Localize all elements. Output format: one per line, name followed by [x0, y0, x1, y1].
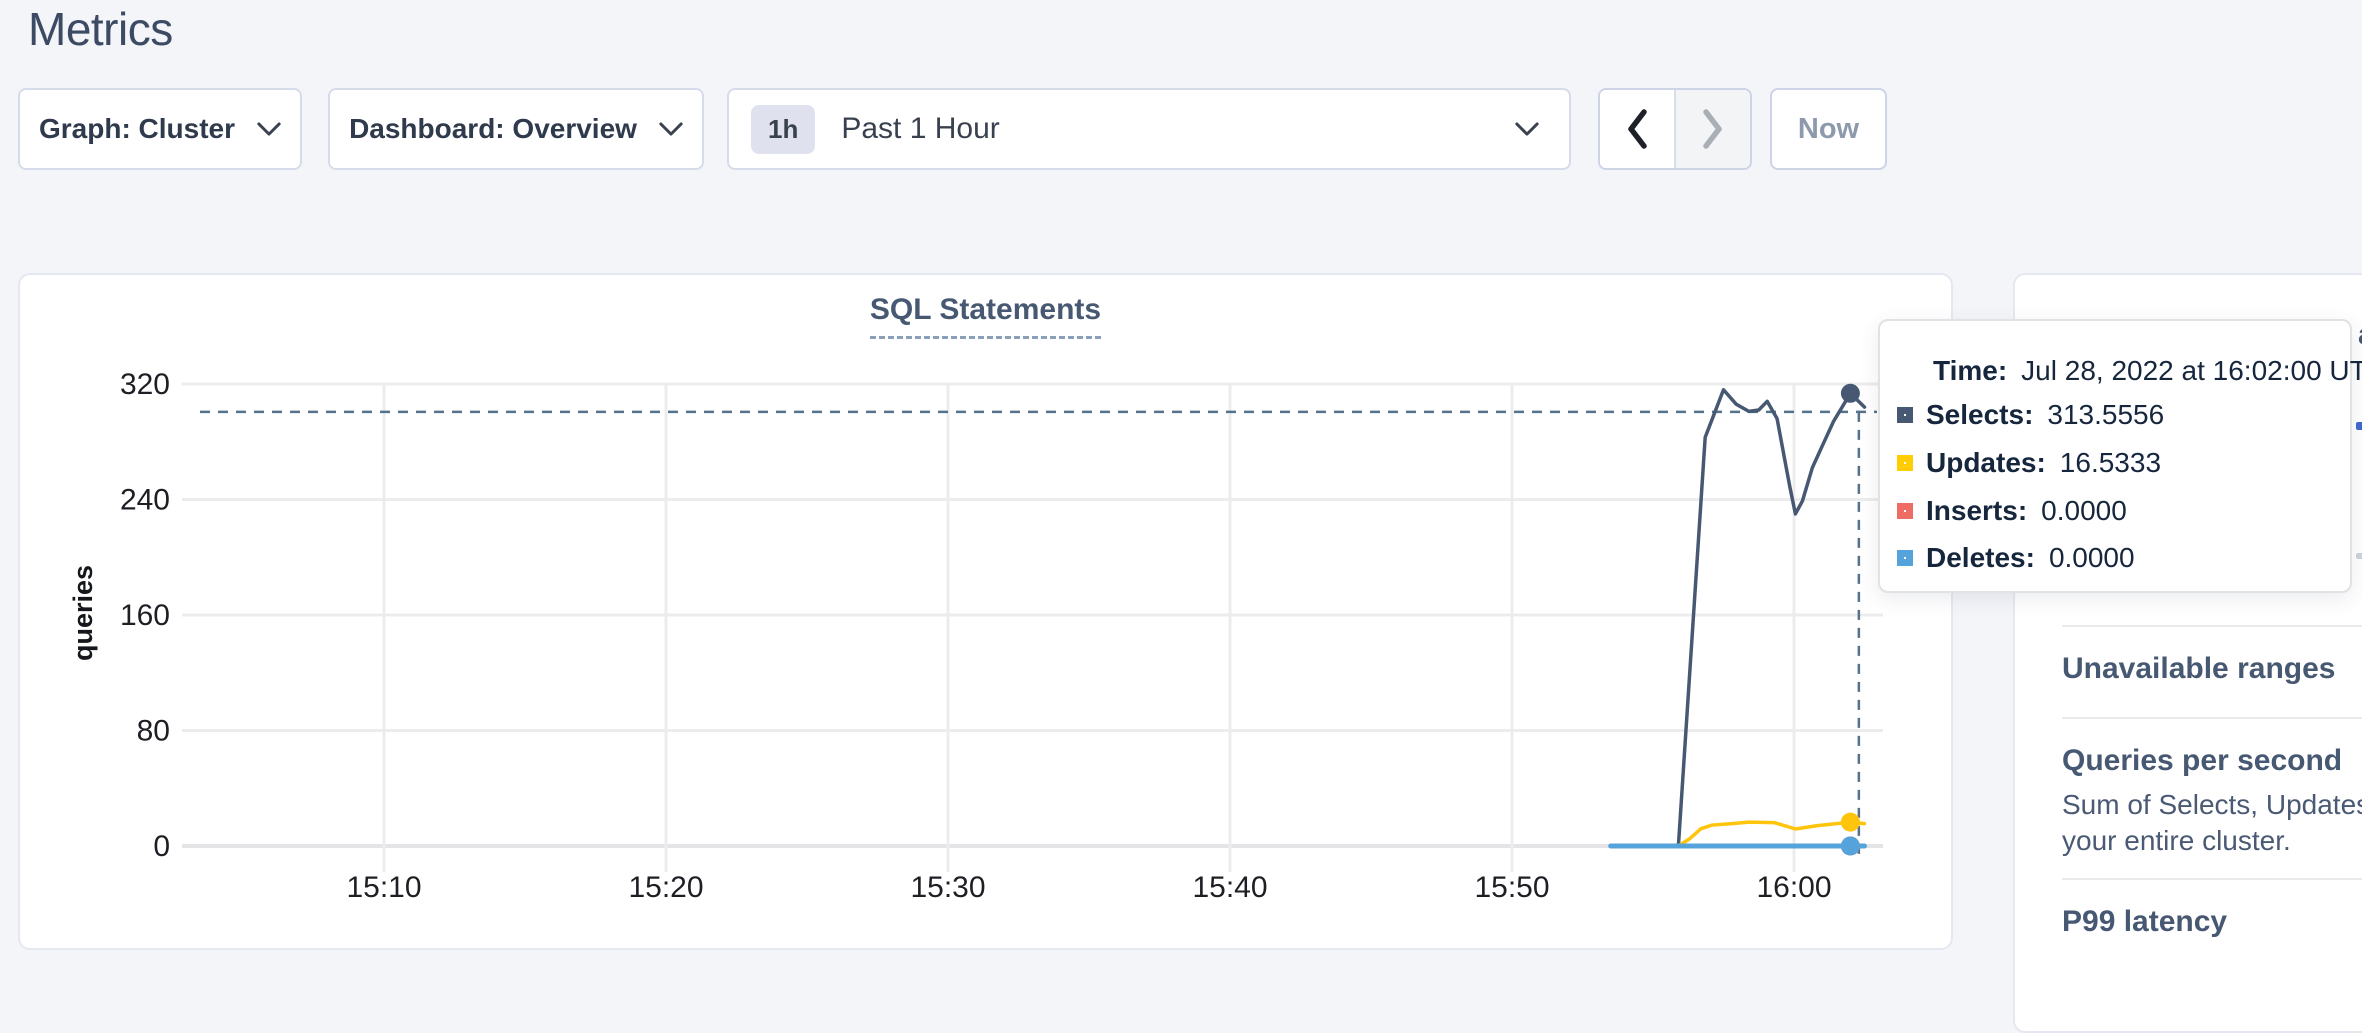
dashboard-dropdown-label: Dashboard: Overview	[349, 113, 637, 145]
series-label: Updates:	[1926, 447, 2046, 479]
sidebar-heading-unavailable-ranges: Unavailable ranges	[2062, 652, 2335, 686]
chart-tooltip: Time:Jul 28, 2022 at 16:02:00 UTC Select…	[1878, 319, 2352, 593]
svg-text:queries: queries	[68, 565, 98, 661]
chevron-down-icon	[1515, 122, 1539, 137]
series-value: 313.5556	[2047, 399, 2164, 431]
time-range-label: Past 1 Hour	[841, 112, 999, 146]
deletes-swatch-icon	[1897, 550, 1913, 566]
inserts-swatch-icon	[1897, 503, 1913, 519]
sidebar-description-line: Sum of Selects, Updates, Inser	[2062, 789, 2362, 821]
sidebar-description-line: your entire cluster.	[2062, 825, 2291, 857]
time-range-picker[interactable]: 1h Past 1 Hour	[727, 88, 1571, 170]
prev-time-button[interactable]	[1600, 90, 1676, 168]
svg-text:15:30: 15:30	[910, 871, 985, 904]
tooltip-time-row: Time: Jul 28, 2022 at 16:02:00 UTC	[1933, 355, 2362, 387]
tooltip-time-label: Time:	[1933, 355, 2007, 386]
clipped-text-fragment: a	[2358, 318, 2362, 352]
svg-text:320: 320	[120, 368, 170, 401]
divider	[2062, 625, 2362, 627]
sql-statements-chart[interactable]: 0 80 160 240 320 15:10 15:20 15:30 15:40 15:50 16:…	[20, 275, 1951, 947]
series-label: Inserts:	[1926, 495, 2027, 527]
series-value: 0.0000	[2041, 495, 2127, 527]
svg-text:0: 0	[153, 830, 170, 863]
tooltip-series-row: Selects: 313.5556	[1897, 399, 2164, 431]
selects-swatch-icon	[1897, 407, 1913, 423]
clipped-link-fragment	[2356, 422, 2362, 430]
svg-text:240: 240	[120, 483, 170, 516]
divider	[2062, 878, 2362, 880]
svg-text:15:40: 15:40	[1192, 871, 1267, 904]
series-value: 0.0000	[2049, 542, 2135, 574]
svg-text:15:50: 15:50	[1474, 871, 1549, 904]
graph-dropdown[interactable]: Graph: Cluster	[18, 88, 302, 170]
divider	[2062, 717, 2362, 719]
svg-text:16:00: 16:00	[1756, 871, 1831, 904]
page-title: Metrics	[28, 2, 173, 56]
svg-text:80: 80	[137, 714, 170, 747]
time-pager	[1598, 88, 1752, 170]
chevron-right-icon	[1700, 108, 1726, 150]
sidebar-heading-p99-latency: P99 latency	[2062, 905, 2227, 939]
svg-text:15:10: 15:10	[346, 871, 421, 904]
clipped-fragment	[2356, 553, 2362, 559]
dashboard-dropdown[interactable]: Dashboard: Overview	[328, 88, 704, 170]
tooltip-time-value: Jul 28, 2022 at 16:02:00 UTC	[2021, 355, 2362, 386]
series-value: 16.5333	[2060, 447, 2161, 479]
tooltip-series-row: Inserts: 0.0000	[1897, 495, 2127, 527]
time-range-badge: 1h	[751, 105, 815, 154]
chevron-down-icon	[257, 122, 281, 137]
chevron-left-icon	[1624, 108, 1650, 150]
now-button[interactable]: Now	[1770, 88, 1887, 170]
svg-text:160: 160	[120, 599, 170, 632]
chevron-down-icon	[659, 122, 683, 137]
series-label: Selects:	[1926, 399, 2033, 431]
next-time-button[interactable]	[1676, 90, 1750, 168]
series-label: Deletes:	[1926, 542, 2035, 574]
updates-swatch-icon	[1897, 455, 1913, 471]
tooltip-series-row: Updates: 16.5333	[1897, 447, 2161, 479]
svg-text:15:20: 15:20	[628, 871, 703, 904]
sidebar-heading-queries-per-second: Queries per second	[2062, 744, 2342, 778]
graph-dropdown-label: Graph: Cluster	[39, 113, 235, 145]
chart-card: SQL Statements 08016024032015:1015:2015:…	[18, 273, 1953, 950]
tooltip-series-row: Deletes: 0.0000	[1897, 542, 2135, 574]
